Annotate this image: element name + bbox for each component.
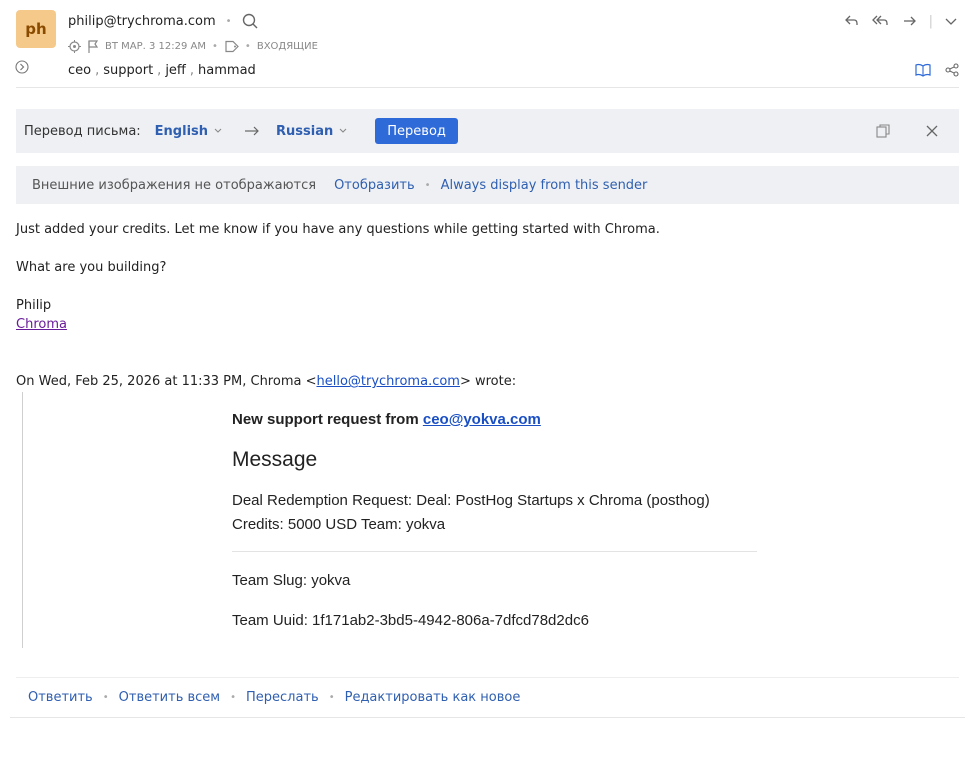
source-language-value: English — [154, 123, 209, 139]
message-body: Deal Redemption Request: Deal: PostHog S… — [232, 492, 710, 533]
team-uuid: Team Uuid: 1f171ab2-3bd5-4942-806a-7dfcd… — [232, 612, 589, 629]
request-prefix: New support request from — [232, 411, 423, 428]
signature-link[interactable]: Chroma — [16, 317, 67, 332]
external-images-bar: Внешние изображения не отображаются Отоб… — [16, 166, 959, 204]
images-notice: Внешние изображения не отображаются — [32, 177, 317, 193]
separator-dot: • — [212, 40, 218, 52]
body-line: What are you building? — [16, 260, 167, 275]
flag-icon[interactable] — [87, 39, 99, 53]
footer-actions: Ответить • Ответить всем • Переслать • Р… — [28, 690, 520, 705]
signature-name: Philip — [16, 298, 52, 313]
support-request-heading: New support request from ceo@yokva.com — [232, 411, 541, 428]
translate-bar: Перевод письма: English Russian Перевод — [16, 109, 959, 153]
source-language-select[interactable]: English — [155, 124, 222, 139]
body-line: Just added your credits. Let me know if … — [16, 222, 660, 237]
separator-dot: • — [225, 15, 232, 27]
book-icon[interactable] — [915, 63, 931, 77]
reply-all-link[interactable]: Ответить всем — [119, 690, 220, 705]
recipient[interactable]: ceo — [68, 63, 91, 78]
sender-row: philip@trychroma.com • — [68, 13, 258, 29]
quote-attribution: On Wed, Feb 25, 2026 at 11:33 PM, Chroma… — [16, 374, 516, 389]
chevron-down-icon — [339, 128, 347, 133]
share-icon[interactable] — [945, 63, 959, 77]
header-actions-secondary — [915, 63, 959, 77]
quoted-divider — [232, 551, 757, 552]
avatar: ph — [16, 10, 56, 48]
header-divider — [16, 87, 959, 88]
target-icon[interactable] — [68, 39, 81, 53]
message-date: ВТ МАР. 3 12:29 AM — [105, 40, 207, 52]
target-language-select[interactable]: Russian — [276, 124, 347, 139]
separator-dot: • — [328, 692, 335, 703]
search-icon[interactable] — [242, 13, 258, 29]
quote-prefix: On Wed, Feb 25, 2026 at 11:33 PM, Chroma… — [16, 374, 317, 389]
tag-icon[interactable] — [224, 40, 239, 53]
footer-divider — [16, 677, 959, 678]
quote-bar — [22, 392, 23, 648]
separator-dot: • — [424, 179, 431, 191]
recipient[interactable]: hammad — [198, 63, 256, 78]
forward-icon[interactable] — [901, 12, 919, 30]
recipients-list: ceo, support, jeff, hammad — [68, 63, 256, 78]
separator-dot: • — [102, 692, 109, 703]
arrow-right-icon — [244, 125, 260, 137]
close-icon[interactable] — [925, 124, 939, 138]
translate-label: Перевод письма: — [24, 123, 141, 139]
copy-icon[interactable] — [875, 123, 891, 139]
sender-email[interactable]: philip@trychroma.com — [68, 14, 216, 29]
reply-icon[interactable] — [843, 12, 861, 30]
recipient[interactable]: support — [103, 63, 153, 78]
team-slug: Team Slug: yokva — [232, 572, 351, 589]
reply-link[interactable]: Ответить — [28, 690, 93, 705]
divider: | — [928, 13, 933, 29]
bottom-divider — [10, 717, 965, 718]
expand-icon[interactable] — [15, 60, 29, 74]
chevron-down-icon[interactable] — [943, 13, 959, 29]
meta-row: ВТ МАР. 3 12:29 AM • • ВХОДЯЩИЕ — [68, 37, 318, 55]
chevron-down-icon — [214, 128, 222, 133]
recipient[interactable]: jeff — [165, 63, 186, 78]
folder-label[interactable]: ВХОДЯЩИЕ — [257, 41, 318, 52]
show-images-link[interactable]: Отобразить — [334, 178, 415, 193]
translate-button[interactable]: Перевод — [375, 118, 458, 144]
separator-dot: • — [244, 40, 251, 52]
separator-dot: • — [230, 692, 237, 703]
quote-suffix: > wrote: — [459, 374, 517, 389]
always-display-link[interactable]: Always display from this sender — [441, 178, 648, 193]
quote-email-link[interactable]: hello@trychroma.com — [316, 374, 459, 389]
forward-link[interactable]: Переслать — [246, 690, 319, 705]
edit-as-new-link[interactable]: Редактировать как новое — [345, 690, 521, 705]
message-heading: Message — [232, 448, 318, 471]
reply-all-icon[interactable] — [871, 12, 891, 30]
header-actions: | — [843, 12, 959, 30]
target-language-value: Russian — [276, 123, 334, 139]
request-email-link[interactable]: ceo@yokva.com — [423, 411, 541, 428]
